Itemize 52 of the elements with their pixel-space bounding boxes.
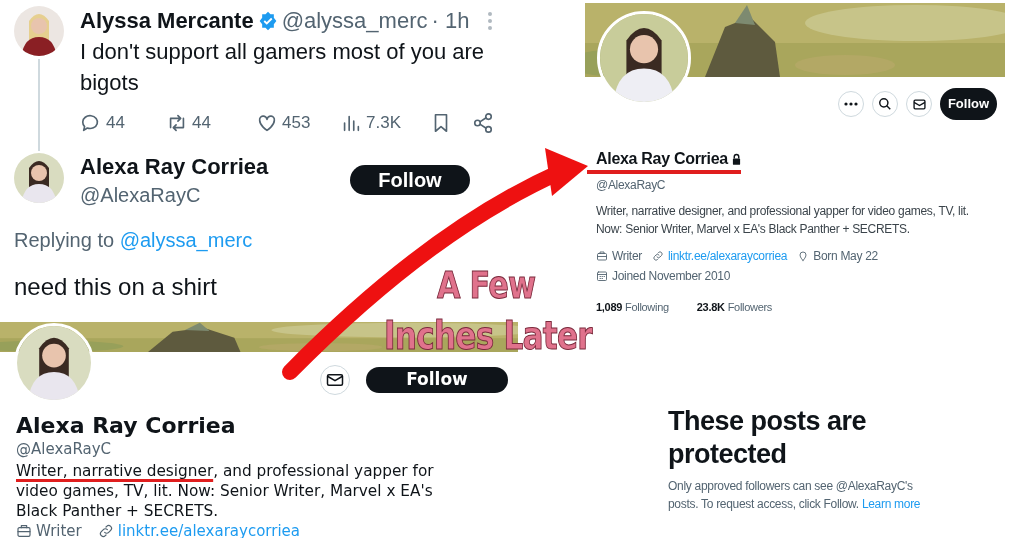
- count-value: 1,089: [596, 300, 623, 315]
- like-count: 453: [282, 112, 311, 134]
- learn-more-link[interactable]: Learn more: [861, 497, 921, 511]
- follow-button[interactable]: Follow: [366, 367, 508, 393]
- meta-text: Writer: [36, 523, 82, 538]
- profile-name: Alexa Ray Corriea: [596, 149, 728, 169]
- author-name: Alexa Ray Corriea: [80, 153, 269, 181]
- location-pin-icon: [797, 250, 810, 262]
- post-text: I don't support all gamers most of you are bigots: [80, 38, 486, 97]
- mention-link[interactable]: @alyssa_merc: [119, 229, 253, 251]
- avatar: [14, 6, 64, 56]
- follow-button[interactable]: Follow: [940, 88, 997, 120]
- link-icon: [97, 523, 114, 538]
- reply-count: 44: [106, 112, 125, 134]
- message-button[interactable]: [320, 365, 350, 395]
- mail-icon: [326, 373, 344, 387]
- meta-text: Born May 22: [813, 248, 878, 265]
- bio-text: Writer, narrative designer, and professional yapper for video games, TV, lit. Now: Senior Writer, Marvel x EA's Black Panther + SECRETS.: [16, 461, 435, 521]
- search-button[interactable]: [872, 91, 898, 117]
- message-button[interactable]: [906, 91, 932, 117]
- meta-text: Writer: [612, 248, 642, 265]
- author-name: Alyssa Mercante: [80, 7, 254, 35]
- user-handle: @AlexaRayC: [80, 183, 202, 208]
- user-handle: @alyssa_merc: [281, 7, 428, 35]
- notice-text: Only approved followers can see @AlexaRayC's posts. To request access, click Follow. Learn more: [668, 478, 922, 513]
- reply-text: need this on a shirt: [14, 272, 217, 302]
- user-handle: @AlexaRayC: [596, 177, 666, 194]
- views-count: 7.3K: [366, 112, 401, 134]
- count-value: 23.8K: [696, 300, 725, 315]
- count-label: Followers: [727, 300, 773, 315]
- user-handle: @AlexaRayC: [16, 439, 113, 459]
- more-button[interactable]: [838, 91, 864, 117]
- bio-text: Writer, narrative designer, and professional yapper for video games, TV, lit. Now: Senior Writer, Marvel x EA's Black Panther + SECRETS.: [596, 203, 970, 238]
- mail-icon: [912, 98, 926, 110]
- follow-button[interactable]: Follow: [350, 165, 470, 195]
- caption-text: A Few: [437, 266, 536, 304]
- more-options-icon: [844, 102, 858, 106]
- profile-link[interactable]: linktr.ee/alexaraycorriea: [668, 247, 788, 265]
- calendar-icon: [596, 270, 608, 282]
- briefcase-icon: [16, 523, 32, 538]
- notice-title: These posts are protected: [668, 405, 868, 471]
- repost-count: 44: [192, 112, 211, 134]
- meta-text: Joined November 2010: [612, 268, 731, 285]
- briefcase-icon: [596, 250, 608, 262]
- profile-name: Alexa Ray Corriea: [16, 413, 237, 439]
- link-icon: [652, 250, 664, 262]
- count-label: Following: [625, 300, 669, 315]
- search-icon: [878, 97, 892, 111]
- post-time: · 1h: [431, 7, 470, 35]
- share-icon[interactable]: [472, 111, 494, 134]
- replying-to-text: Replying to @alyssa_merc: [14, 228, 254, 254]
- avatar: [14, 153, 64, 203]
